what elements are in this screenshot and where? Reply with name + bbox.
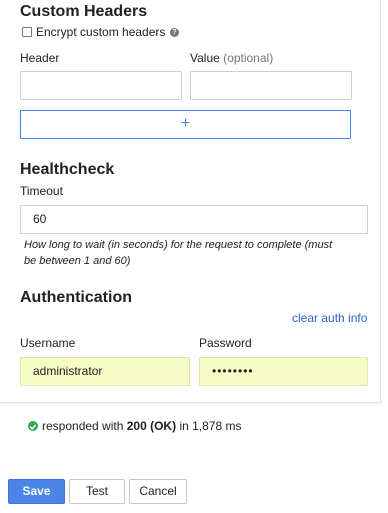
help-icon[interactable]: ? xyxy=(170,28,179,37)
settings-panel: Custom Headers Encrypt custom headers ? … xyxy=(0,0,381,403)
password-input[interactable]: •••••••• xyxy=(199,357,368,386)
save-button[interactable]: Save xyxy=(8,479,65,504)
clear-auth-info-link[interactable]: clear auth info xyxy=(292,311,367,325)
value-label: Value (optional) xyxy=(190,51,273,65)
encrypt-headers-checkbox[interactable] xyxy=(22,27,32,37)
username-label: Username xyxy=(20,336,76,350)
test-button[interactable]: Test xyxy=(69,479,125,504)
timeout-help-line-1: How long to wait (in seconds) for the re… xyxy=(24,239,333,251)
timeout-help-text: How long to wait (in seconds) for the re… xyxy=(24,237,374,269)
timeout-input[interactable]: 60 xyxy=(20,205,368,234)
value-input[interactable] xyxy=(190,71,352,100)
timeout-help-line-2: be between 1 and 60) xyxy=(24,255,131,267)
status-prefix: responded with xyxy=(42,419,124,433)
header-label: Header xyxy=(20,51,60,65)
test-status-text: responded with 200 (OK) in 1,878 ms xyxy=(42,419,241,433)
value-optional-hint: (optional) xyxy=(223,51,274,65)
password-label: Password xyxy=(199,336,252,350)
value-label-text: Value xyxy=(190,51,220,65)
check-circle-icon xyxy=(28,421,38,431)
authentication-title: Authentication xyxy=(20,289,132,306)
encrypt-headers-label: Encrypt custom headers xyxy=(36,25,166,39)
status-mid: in xyxy=(179,419,189,433)
username-input[interactable]: administrator xyxy=(20,357,190,386)
timeout-label: Timeout xyxy=(20,184,63,198)
add-header-button[interactable]: + xyxy=(20,110,351,139)
cancel-button[interactable]: Cancel xyxy=(129,479,187,504)
status-time: 1,878 ms xyxy=(192,419,242,433)
healthcheck-title: Healthcheck xyxy=(20,161,115,178)
custom-headers-title: Custom Headers xyxy=(20,3,148,20)
status-code: 200 (OK) xyxy=(126,419,177,433)
check-mark-icon xyxy=(29,424,37,430)
header-input[interactable] xyxy=(20,71,182,100)
